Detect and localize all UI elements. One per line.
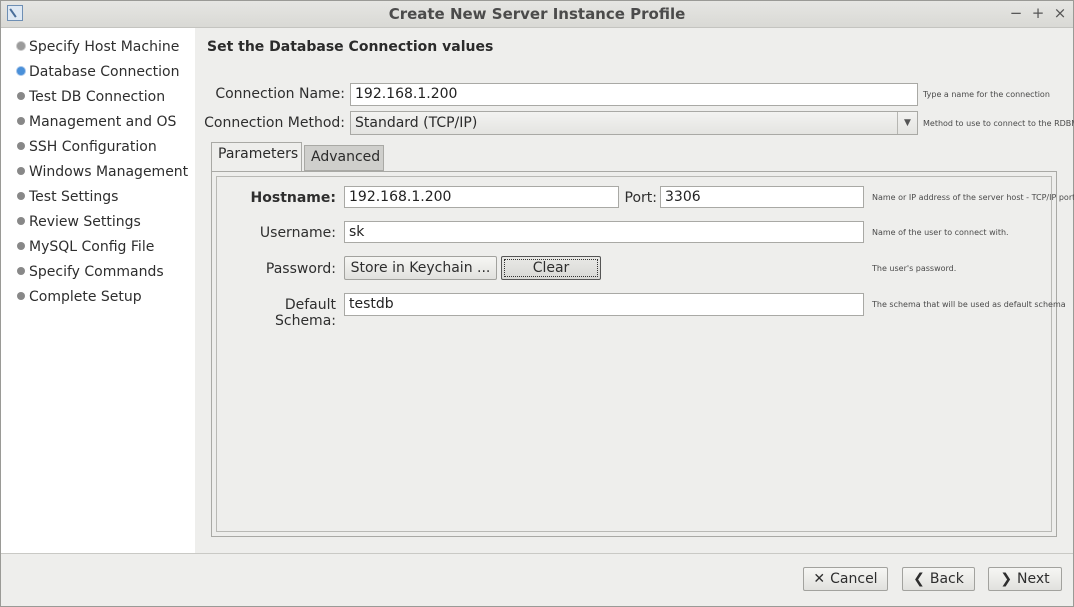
- hostname-hint: Name or IP address of the server host - …: [872, 193, 1074, 202]
- password-label: Password:: [265, 261, 336, 277]
- step-complete-setup: Complete Setup: [17, 289, 142, 305]
- next-button[interactable]: ❯ Next: [988, 567, 1062, 591]
- step-label: Review Settings: [29, 214, 141, 230]
- port-label: Port:: [624, 190, 657, 206]
- next-label: Next: [1017, 571, 1050, 587]
- store-in-keychain-button[interactable]: Store in Keychain ...: [344, 256, 497, 280]
- clear-password-button[interactable]: Clear: [501, 256, 601, 280]
- connection-name-input[interactable]: 192.168.1.200: [350, 83, 918, 106]
- step-pending-icon: [17, 117, 25, 125]
- password-hint: The user's password.: [872, 264, 957, 273]
- connection-name-label: Connection Name:: [215, 86, 345, 102]
- username-label: Username:: [259, 225, 336, 241]
- cancel-button[interactable]: ✕ Cancel: [803, 567, 888, 591]
- step-test-db-connection: Test DB Connection: [17, 89, 165, 105]
- page-heading: Set the Database Connection values: [207, 39, 494, 55]
- connection-name-hint: Type a name for the connection: [923, 90, 1050, 99]
- step-done-icon: [17, 42, 25, 50]
- step-database-connection: Database Connection: [17, 64, 179, 80]
- step-test-settings: Test Settings: [17, 189, 118, 205]
- dialog-window: Create New Server Instance Profile − + ×…: [0, 0, 1074, 607]
- step-label: MySQL Config File: [29, 239, 155, 255]
- step-active-icon: [17, 67, 25, 75]
- username-input[interactable]: sk: [344, 221, 864, 243]
- close-icon: ✕: [813, 571, 826, 587]
- username-hint: Name of the user to connect with.: [872, 228, 1009, 237]
- step-pending-icon: [17, 242, 25, 250]
- close-button[interactable]: ×: [1051, 4, 1069, 22]
- connection-method-select[interactable]: Standard (TCP/IP) ▼: [350, 111, 918, 135]
- chevron-down-icon: ▼: [897, 112, 917, 134]
- step-label: Test DB Connection: [29, 89, 166, 105]
- step-specify-host-machine: Specify Host Machine: [17, 39, 179, 55]
- connection-method-hint: Method to use to connect to the RDBMS: [923, 119, 1074, 128]
- step-review-settings: Review Settings: [17, 214, 141, 230]
- tab-parameters[interactable]: Parameters: [211, 142, 302, 172]
- chevron-left-icon: ❮: [913, 571, 925, 587]
- step-label: SSH Configuration: [29, 139, 157, 155]
- step-label: Management and OS: [29, 114, 177, 130]
- step-pending-icon: [17, 267, 25, 275]
- minimize-button[interactable]: −: [1007, 4, 1025, 22]
- step-management-and-os: Management and OS: [17, 114, 176, 130]
- step-label: Complete Setup: [29, 289, 142, 305]
- step-pending-icon: [17, 192, 25, 200]
- connection-method-value: Standard (TCP/IP): [355, 115, 478, 131]
- default-schema-hint: The schema that will be used as default …: [872, 300, 1066, 309]
- step-pending-icon: [17, 92, 25, 100]
- hostname-label: Hostname:: [250, 190, 336, 206]
- step-windows-management: Windows Management: [17, 164, 188, 180]
- step-label: Specify Host Machine: [29, 39, 180, 55]
- default-schema-label: Default Schema:: [274, 297, 336, 329]
- step-label: Windows Management: [29, 164, 189, 180]
- step-specify-commands: Specify Commands: [17, 264, 164, 280]
- step-label: Database Connection: [29, 64, 180, 80]
- step-ssh-configuration: SSH Configuration: [17, 139, 157, 155]
- step-pending-icon: [17, 292, 25, 300]
- wizard-steps-sidebar: Specify Host Machine Database Connection…: [1, 28, 195, 553]
- hostname-input[interactable]: 192.168.1.200: [344, 186, 619, 208]
- step-pending-icon: [17, 217, 25, 225]
- maximize-button[interactable]: +: [1029, 4, 1047, 22]
- step-mysql-config-file: MySQL Config File: [17, 239, 154, 255]
- cancel-label: Cancel: [830, 571, 878, 587]
- connection-method-label: Connection Method:: [204, 115, 345, 131]
- default-schema-input[interactable]: testdb: [344, 293, 864, 316]
- chevron-right-icon: ❯: [1000, 571, 1013, 587]
- window-title: Create New Server Instance Profile: [388, 5, 686, 23]
- back-button[interactable]: ❮ Back: [902, 567, 975, 591]
- step-label: Specify Commands: [29, 264, 164, 280]
- footer-divider: [1, 553, 1073, 554]
- port-input[interactable]: 3306: [660, 186, 864, 208]
- tab-advanced[interactable]: Advanced: [304, 145, 384, 171]
- step-label: Test Settings: [29, 189, 119, 205]
- title-bar[interactable]: Create New Server Instance Profile − + ×: [1, 1, 1073, 28]
- step-pending-icon: [17, 167, 25, 175]
- step-pending-icon: [17, 142, 25, 150]
- back-label: Back: [929, 571, 964, 587]
